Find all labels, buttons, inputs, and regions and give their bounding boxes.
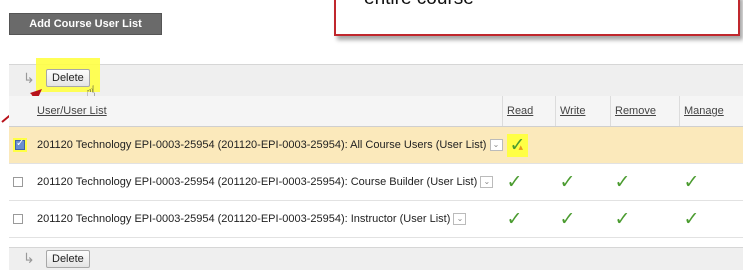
check-icon: ✓ [507,209,523,230]
remove-cell: ✓ [611,164,680,201]
check-icon: ✓ [560,209,576,230]
write-cell: ✓ [556,201,611,238]
read-cell: ✓ [503,164,556,201]
action-bar-top [9,64,743,96]
annotation-callout: entire course [334,0,740,36]
checkbox-highlight [13,138,27,152]
check-icon: ✓ [684,209,700,230]
table-row[interactable]: 201120 Technology EPI-0003-25954 (201120… [9,127,743,164]
delete-button-bottom[interactable]: Delete [46,250,90,268]
table-row[interactable]: 201120 Technology EPI-0003-25954 (201120… [9,201,743,238]
table-row[interactable]: 201120 Technology EPI-0003-25954 (201120… [9,164,743,201]
row-select-cell [9,164,33,201]
remove-cell [611,127,680,164]
check-icon: ✓ [507,172,523,193]
user-list-name: 201120 Technology EPI-0003-25954 (201120… [37,213,450,225]
chevron-down-icon[interactable]: ⌄ [490,139,503,151]
row-checkbox[interactable] [15,140,25,150]
action-bar-bottom [9,247,743,270]
manage-cell: ✓ [680,164,743,201]
check-icon: ✓ [560,172,576,193]
check-icon: ✓ [615,209,631,230]
manage-cell [680,127,743,164]
remove-cell: ✓ [611,201,680,238]
check-icon: ✓ [684,172,700,193]
select-arrow-icon: ↳ [23,250,35,267]
delete-button-top[interactable]: Delete [46,69,90,87]
column-header-remove[interactable]: Remove [611,96,680,127]
read-cell: ✓ [503,201,556,238]
row-checkbox[interactable] [13,214,23,224]
row-select-cell [9,201,33,238]
row-name-cell: 201120 Technology EPI-0003-25954 (201120… [33,164,503,201]
row-name-cell: 201120 Technology EPI-0003-25954 (201120… [33,201,503,238]
read-highlight: ✓ [507,134,529,157]
row-name-cell: 201120 Technology EPI-0003-25954 (201120… [33,127,503,164]
column-header-read[interactable]: Read [503,96,556,127]
select-all-header[interactable] [9,96,33,127]
check-icon: ✓ [615,172,631,193]
row-checkbox[interactable] [13,177,23,187]
read-cell: ✓ [503,127,556,164]
add-course-user-list-button[interactable]: Add Course User List [9,13,162,35]
write-cell [556,127,611,164]
column-header-manage[interactable]: Manage [680,96,743,127]
column-header-name[interactable]: User/User List [33,96,503,127]
table-header-row: User/User List Read Write Remove Manage [9,96,743,127]
select-arrow-icon: ↳ [23,70,35,87]
row-select-cell [9,127,33,164]
permissions-table: User/User List Read Write Remove Manage … [9,96,743,238]
callout-text: entire course [364,0,474,9]
check-icon: ✓ [510,135,526,156]
chevron-down-icon[interactable]: ⌄ [480,176,493,188]
chevron-down-icon[interactable]: ⌄ [453,213,466,225]
manage-cell: ✓ [680,201,743,238]
column-header-write[interactable]: Write [556,96,611,127]
user-list-name: 201120 Technology EPI-0003-25954 (201120… [37,139,486,151]
user-list-name: 201120 Technology EPI-0003-25954 (201120… [37,176,477,188]
write-cell: ✓ [556,164,611,201]
